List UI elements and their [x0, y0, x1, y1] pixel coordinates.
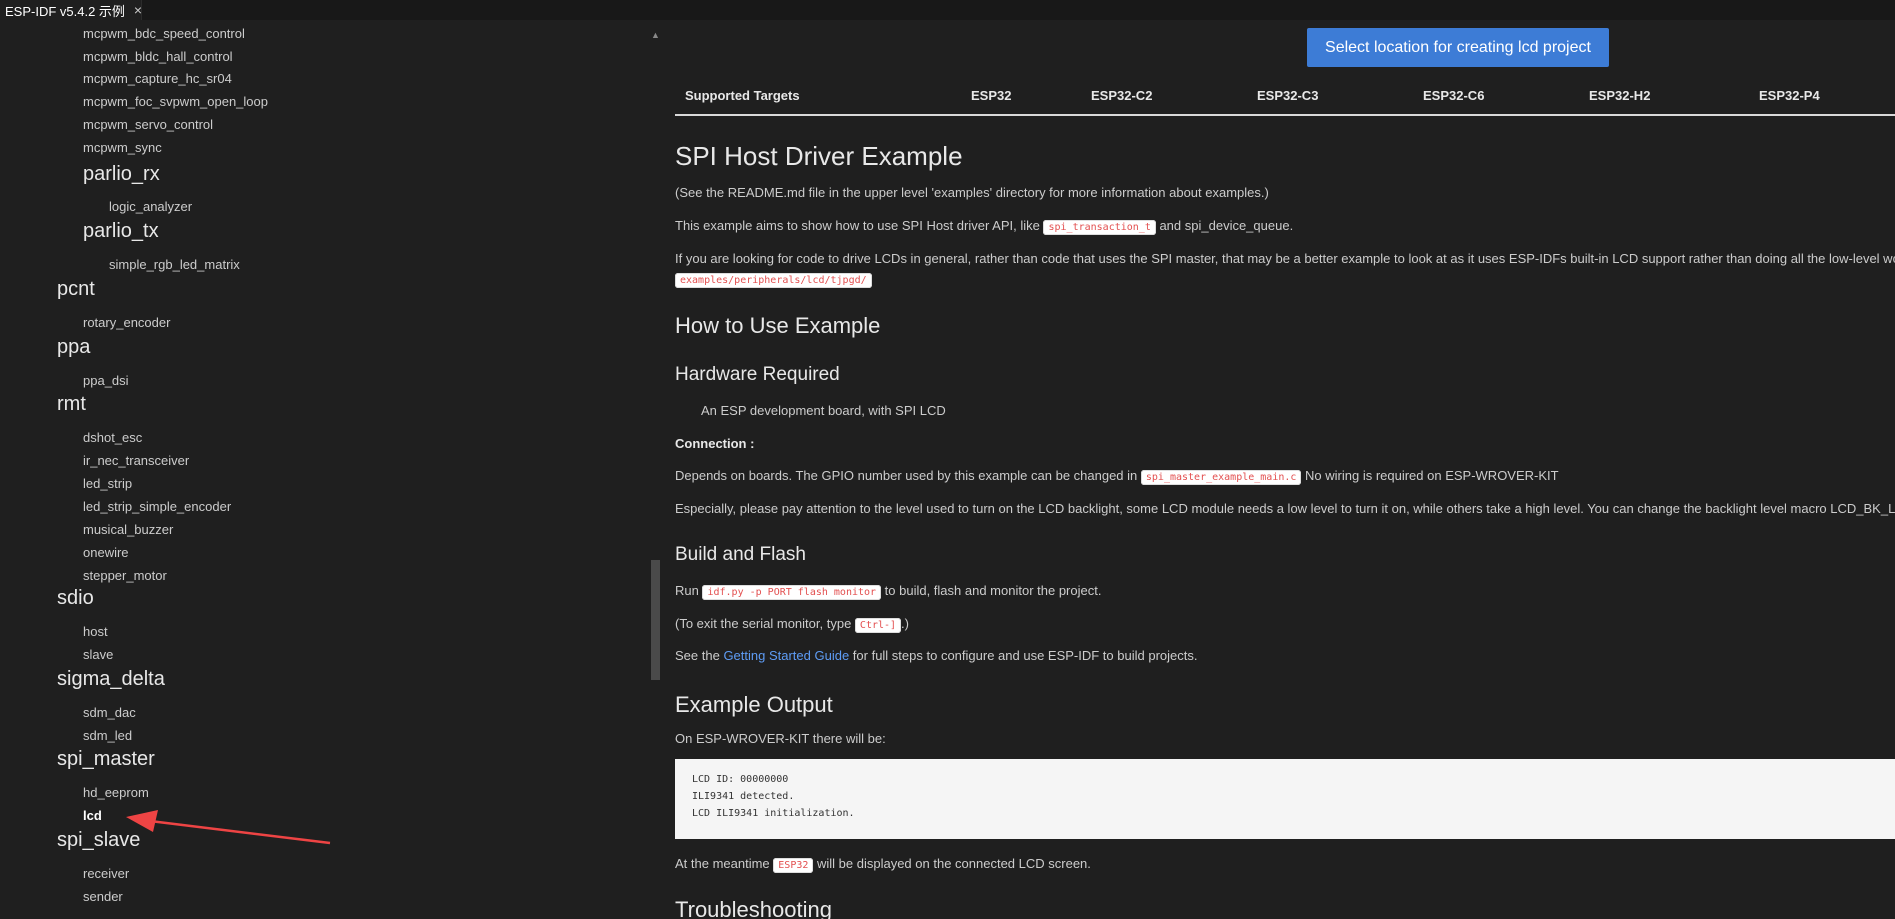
- paragraph: At the meantime ESP32 will be displayed …: [675, 856, 1091, 873]
- paragraph: (To exit the serial monitor, type Ctrl-]…: [675, 616, 909, 633]
- code-line: LCD ILI9341 initialization.: [692, 808, 855, 819]
- inline-code: ESP32: [773, 858, 814, 873]
- section-heading: Build and Flash: [675, 544, 806, 565]
- list-item: An ESP development board, with SPI LCD: [701, 403, 946, 418]
- inline-code: idf.py -p PORT flash monitor: [702, 585, 882, 600]
- code-line: LCD ID: 00000000: [692, 774, 789, 785]
- paragraph: examples/peripherals/lcd/tjpgd/: [675, 271, 872, 288]
- inline-code: spi_transaction_t: [1043, 220, 1156, 235]
- section-heading: Hardware Required: [675, 364, 840, 385]
- targets-header: Supported Targets: [685, 88, 800, 103]
- annotation-arrow: [126, 810, 331, 845]
- target-cell: ESP32-C3: [1257, 88, 1319, 103]
- arrow-line: [149, 819, 331, 845]
- text: This example aims to show how to use SPI…: [675, 218, 1044, 233]
- text: Run: [675, 583, 703, 598]
- paragraph: This example aims to show how to use SPI…: [675, 218, 1294, 235]
- text: See the: [675, 648, 724, 663]
- target-cell: ESP32-H2: [1589, 88, 1651, 103]
- inline-code: examples/peripherals/lcd/tjpgd/: [675, 273, 872, 288]
- code-line: ILI9341 detected.: [692, 791, 795, 802]
- tab-esp-idf-examples[interactable]: ESP-IDF v5.4.2 示例 ×: [0, 0, 142, 20]
- paragraph: Depends on boards. The GPIO number used …: [675, 468, 1559, 485]
- getting-started-link[interactable]: Getting Started Guide: [723, 648, 849, 663]
- section-heading: Example Output: [675, 692, 833, 717]
- text: will be displayed on the connected LCD s…: [813, 856, 1091, 871]
- text: and spi_device_queue.: [1155, 218, 1294, 233]
- paragraph: Run idf.py -p PORT flash monitor to buil…: [675, 583, 1102, 600]
- section-heading: Troubleshooting: [675, 897, 832, 919]
- close-icon[interactable]: ×: [134, 0, 142, 20]
- target-cell: ESP32: [971, 88, 1012, 103]
- text: for full steps to configure and use ESP-…: [849, 648, 1198, 663]
- text: to build, flash and monitor the project.: [881, 583, 1102, 598]
- text: At the meantime: [675, 856, 774, 871]
- target-cell: ESP32-C6: [1423, 88, 1485, 103]
- text: Depends on boards. The GPIO number used …: [675, 468, 1141, 483]
- paragraph: On ESP-WROVER-KIT there will be:: [675, 731, 886, 746]
- tab-title: ESP-IDF v5.4.2 示例: [5, 3, 125, 19]
- paragraph: Especially, please pay attention to the …: [675, 501, 1895, 516]
- text: (To exit the serial monitor, type: [675, 616, 855, 631]
- paragraph: See the Getting Started Guide for full s…: [675, 648, 1197, 663]
- code-block: LCD ID: 00000000 ILI9341 detected. LCD I…: [675, 759, 1895, 839]
- paragraph: (See the README.md file in the upper lev…: [675, 185, 1269, 200]
- arrow-head-icon: [126, 810, 158, 832]
- tab-bar: ESP-IDF v5.4.2 示例 ×: [0, 0, 1895, 20]
- target-cell: ESP32-P4: [1759, 88, 1820, 103]
- inline-code: Ctrl-]: [854, 618, 902, 633]
- paragraph: If you are looking for code to drive LCD…: [675, 251, 1895, 266]
- text: No wiring is required on ESP-WROVER-KIT: [1301, 468, 1559, 483]
- supported-targets-table: Supported Targets ESP32 ESP32-C2 ESP32-C…: [675, 88, 1895, 116]
- page-title: SPI Host Driver Example: [675, 141, 963, 171]
- section-heading: How to Use Example: [675, 313, 881, 338]
- inline-code: spi_master_example_main.c: [1140, 470, 1302, 485]
- text: .): [901, 616, 909, 631]
- create-project-button[interactable]: Select location for creating lcd project: [1307, 28, 1609, 67]
- readme-panel: Select location for creating lcd project…: [662, 20, 1895, 919]
- connection-label: Connection :: [675, 436, 755, 451]
- target-cell: ESP32-C2: [1091, 88, 1153, 103]
- examples-tree: mcpwm_bdc_speed_control mcpwm_bldc_hall_…: [0, 20, 660, 919]
